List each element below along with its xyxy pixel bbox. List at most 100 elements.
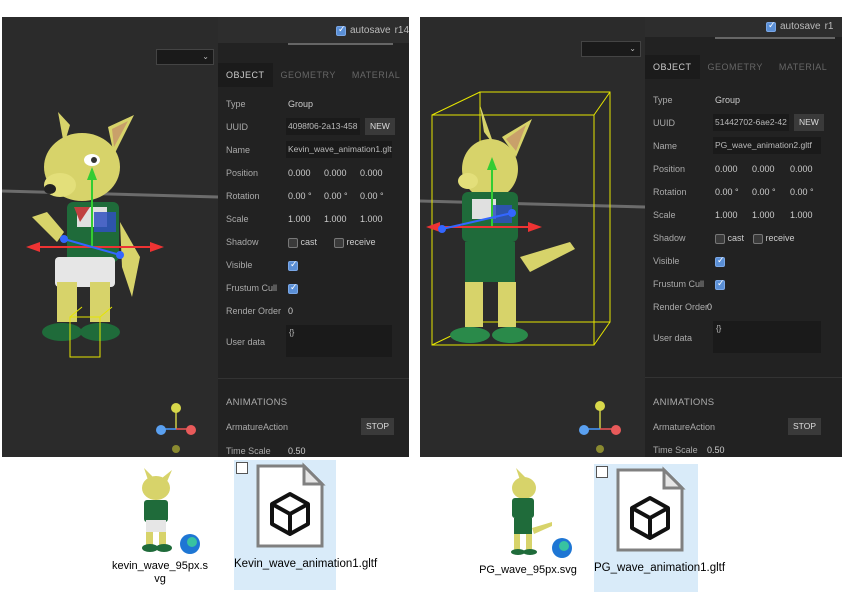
frustum-cull-label: Frustum Cull <box>226 283 278 293</box>
stop-button[interactable]: STOP <box>361 418 394 435</box>
name-label: Name <box>226 145 251 155</box>
file-pg-svg[interactable]: PG_wave_95px.svg <box>478 468 578 588</box>
animations-heading: ANIMATIONS <box>226 397 288 408</box>
scale-y[interactable]: 1.000 <box>324 214 347 224</box>
scale-y[interactable]: 1.000 <box>752 210 775 220</box>
viewport-3d[interactable]: ⌄ <box>420 17 645 457</box>
animation-action-label: ArmatureAction <box>653 422 716 432</box>
position-y[interactable]: 0.000 <box>324 168 347 178</box>
divider <box>288 43 393 45</box>
kangaroo-thumbnail-icon <box>511 468 572 558</box>
autosave-toggle[interactable]: autosave r14 <box>336 24 409 36</box>
animations-heading: ANIMATIONS <box>653 397 715 408</box>
render-order-label: Render Order <box>226 306 282 316</box>
position-x[interactable]: 0.000 <box>715 164 738 174</box>
scale-x[interactable]: 1.000 <box>288 214 311 224</box>
tab-object[interactable]: OBJECT <box>218 63 273 87</box>
user-data-textarea[interactable]: {} <box>713 321 821 353</box>
position-z[interactable]: 0.000 <box>790 164 813 174</box>
cast-checkbox[interactable] <box>715 233 725 244</box>
position-z[interactable]: 0.000 <box>360 168 383 178</box>
time-scale-value[interactable]: 0.50 <box>707 445 725 455</box>
user-data-label: User data <box>226 337 266 347</box>
time-scale-value[interactable]: 0.50 <box>288 446 306 456</box>
sidebar-properties: OBJECT GEOMETRY MATERIAL Type Group UUID 4… <box>218 43 409 457</box>
scale-label: Scale <box>653 210 676 220</box>
uuid-field[interactable]: 51442702-6ae2-42 <box>713 114 789 131</box>
uuid-label: UUID <box>226 122 248 132</box>
render-order-value[interactable]: 0 <box>288 306 293 316</box>
autosave-label: autosave <box>780 21 821 32</box>
animation-action-label: ArmatureAction <box>226 422 289 432</box>
camera-select[interactable]: ⌄ <box>581 41 641 57</box>
viewport-3d[interactable]: ⌄ <box>2 17 218 457</box>
divider <box>218 378 409 379</box>
tab-geometry[interactable]: GEOMETRY <box>273 63 344 87</box>
scale-z[interactable]: 1.000 <box>360 214 383 224</box>
receive-checkbox[interactable] <box>753 233 763 244</box>
visible-label: Visible <box>653 256 680 266</box>
tab-material[interactable]: MATERIAL <box>771 55 835 79</box>
uuid-field[interactable]: 4098f06-2a13-458 <box>286 118 360 135</box>
rotation-y[interactable]: 0.00 ° <box>324 191 348 201</box>
rotation-x[interactable]: 0.00 ° <box>288 191 312 201</box>
rotation-z[interactable]: 0.00 ° <box>360 191 384 201</box>
3d-file-icon <box>616 466 686 552</box>
time-scale-label: Time Scale <box>653 445 698 455</box>
file-pg-gltf[interactable]: PG_wave_animation1.gltf <box>594 464 725 592</box>
type-label: Type <box>653 95 673 105</box>
rotation-z[interactable]: 0.00 ° <box>790 187 814 197</box>
position-label: Position <box>653 164 686 174</box>
toolbar: autosave r14 <box>2 17 409 43</box>
tab-object[interactable]: OBJECT <box>645 55 700 79</box>
position-x[interactable]: 0.000 <box>288 168 311 178</box>
file-kevin-svg[interactable]: kevin_wave_95px.svg <box>112 466 208 586</box>
name-label: Name <box>653 141 678 151</box>
file-label: kevin_wave_95px.svg <box>112 560 209 585</box>
render-order-value[interactable]: 0 <box>707 302 712 312</box>
name-input[interactable]: PG_wave_animation2.gltf <box>713 137 821 154</box>
name-input[interactable]: Kevin_wave_animation1.gltf <box>286 141 392 158</box>
scale-label: Scale <box>226 214 249 224</box>
receive-checkbox[interactable] <box>334 237 344 248</box>
render-order-label: Render Order <box>653 302 709 312</box>
3d-file-icon <box>256 462 326 548</box>
user-data-textarea[interactable]: {} <box>286 325 392 357</box>
new-uuid-button[interactable]: NEW <box>365 118 395 135</box>
scene-render <box>420 91 645 453</box>
stop-button[interactable]: STOP <box>788 418 821 435</box>
autosave-checkbox[interactable] <box>336 24 346 36</box>
axis-helper-icon <box>579 401 621 453</box>
new-uuid-button[interactable]: NEW <box>794 114 824 131</box>
tab-geometry[interactable]: GEOMETRY <box>700 55 771 79</box>
autosave-checkbox[interactable] <box>766 20 776 32</box>
file-kevin-gltf[interactable]: Kevin_wave_animation1.gltf <box>234 460 377 590</box>
cast-checkbox[interactable] <box>288 237 298 248</box>
frustum-cull-checkbox[interactable] <box>288 282 298 294</box>
frustum-cull-checkbox[interactable] <box>715 278 725 290</box>
rotation-x[interactable]: 0.00 ° <box>715 187 739 197</box>
rotation-y[interactable]: 0.00 ° <box>752 187 776 197</box>
kangaroo-model <box>32 112 140 341</box>
tab-material[interactable]: MATERIAL <box>344 63 408 87</box>
autosave-toggle[interactable]: autosave r1 <box>766 20 834 32</box>
type-value: Group <box>288 99 314 109</box>
visible-checkbox[interactable] <box>288 259 298 271</box>
shadow-label: Shadow <box>226 237 259 247</box>
sidebar-properties: OBJECT GEOMETRY MATERIAL Type Group UUID 5… <box>645 37 842 457</box>
scale-z[interactable]: 1.000 <box>790 210 813 220</box>
user-data-label: User data <box>653 333 693 343</box>
axis-helper-icon <box>156 403 196 453</box>
editor-window-left: ⌄ autosave r14 OBJECT GEOMETRY MATERIAL … <box>2 17 409 457</box>
type-label: Type <box>226 99 246 109</box>
scale-x[interactable]: 1.000 <box>715 210 738 220</box>
shadow-label: Shadow <box>653 233 686 243</box>
type-value: Group <box>715 95 741 105</box>
visible-checkbox[interactable] <box>715 255 725 267</box>
chevron-down-icon: ⌄ <box>629 44 636 53</box>
cast-label: cast <box>300 237 318 247</box>
position-y[interactable]: 0.000 <box>752 164 775 174</box>
camera-select[interactable]: ⌄ <box>156 49 214 65</box>
kangaroo-model <box>450 105 575 343</box>
scene-render <box>2 112 218 453</box>
